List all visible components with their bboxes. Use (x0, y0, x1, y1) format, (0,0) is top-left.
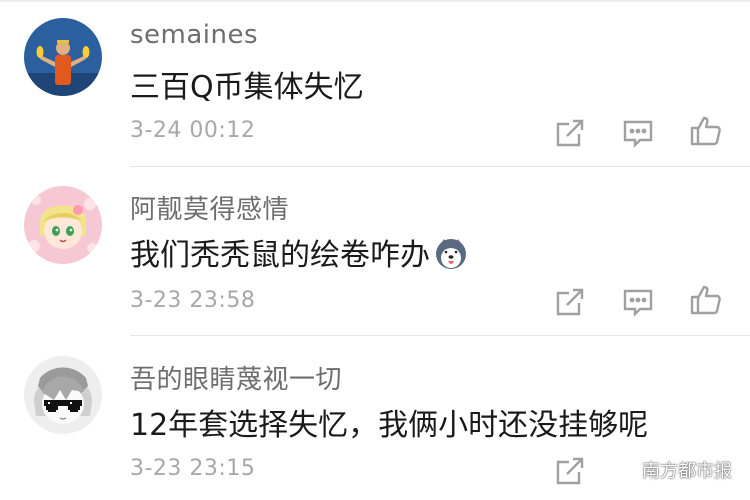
buddha-avatar-icon (24, 18, 102, 96)
username[interactable]: semaines (130, 20, 258, 50)
reply-icon (623, 289, 653, 317)
sunglasses-avatar-icon (24, 356, 102, 434)
like-button[interactable] (689, 283, 723, 317)
comment-text: 三百Q币集体失忆 (130, 70, 364, 105)
timestamp: 3-24 00:12 (130, 118, 256, 143)
timestamp: 3-23 23:15 (130, 456, 256, 481)
share-button[interactable] (553, 285, 587, 319)
comment-text: 我们秃秃鼠的绘卷咋办 (130, 230, 468, 274)
avatar[interactable] (24, 186, 102, 264)
reply-button[interactable] (621, 116, 655, 150)
like-icon (690, 116, 721, 146)
share-icon (556, 119, 584, 147)
avatar[interactable] (24, 18, 102, 96)
timestamp: 3-23 23:58 (130, 288, 256, 313)
anime-girl-avatar-icon (24, 186, 102, 264)
watermark: 南方都市报 (610, 455, 732, 485)
share-icon (556, 288, 584, 316)
username[interactable]: 阿靓莫得感情 (130, 189, 289, 226)
share-button[interactable] (553, 454, 587, 488)
comment-text: 12年套选择失忆，我俩小时还没挂够呢 (130, 408, 649, 443)
share-icon (556, 457, 584, 485)
like-button[interactable] (689, 114, 723, 148)
wechat-icon (610, 460, 636, 480)
comment-item: semaines 三百Q币集体失忆 3-24 00:12 (0, 0, 750, 166)
username[interactable]: 吾的眼睛蔑视一切 (130, 359, 342, 396)
avatar[interactable] (24, 356, 102, 434)
reply-icon (623, 120, 653, 148)
like-icon (690, 285, 721, 315)
watermark-text: 南方都市报 (642, 461, 732, 482)
comment-text-content: 我们秃秃鼠的绘卷咋办 (130, 238, 430, 273)
comment-item: 阿靓莫得感情 我们秃秃鼠的绘卷咋办 3-23 23:58 (0, 167, 750, 335)
share-button[interactable] (553, 116, 587, 150)
husky-emoji-icon (434, 237, 468, 271)
reply-button[interactable] (621, 285, 655, 319)
